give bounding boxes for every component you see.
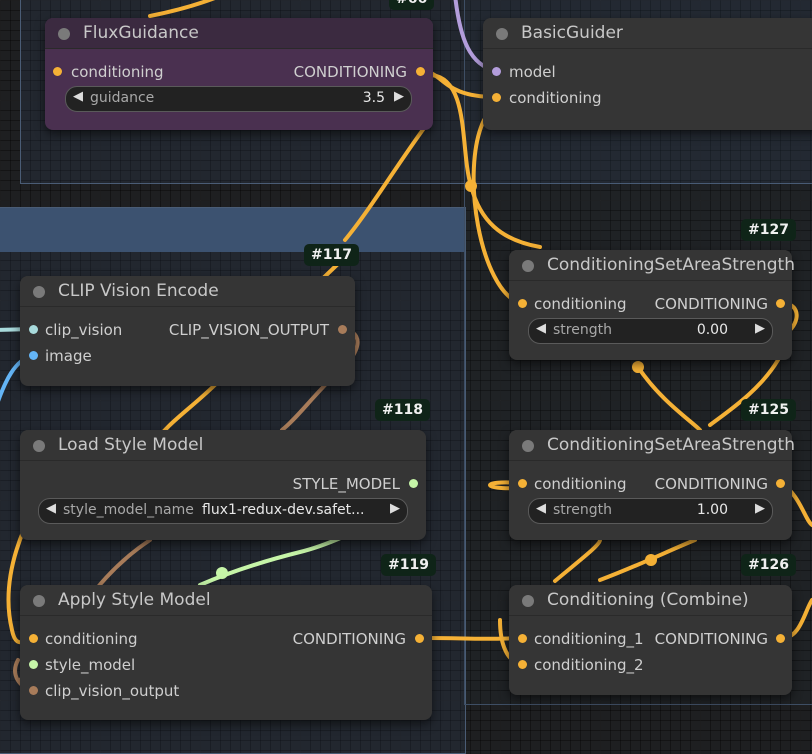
- node-title-bar[interactable]: Conditioning (Combine): [509, 585, 792, 616]
- node-id-badge: #126: [741, 554, 796, 576]
- input-conditioning-socket[interactable]: [518, 299, 527, 308]
- decrement-arrow-icon[interactable]: ◀: [536, 501, 546, 516]
- collapse-dot-icon[interactable]: [33, 440, 45, 452]
- conditioning-set-area-strength-node[interactable]: ConditioningSetAreaStrength conditioning…: [509, 250, 795, 360]
- node-title-bar[interactable]: ConditioningSetAreaStrength: [509, 430, 795, 461]
- input-image-label: image: [45, 347, 92, 365]
- input-model-socket[interactable]: [492, 67, 501, 76]
- node-id-badge: #66: [389, 0, 435, 10]
- node-id-badge: #125: [741, 399, 796, 421]
- guidance-widget[interactable]: ◀ guidance 3.5 ▶: [65, 86, 412, 112]
- decrement-arrow-icon[interactable]: ◀: [73, 89, 83, 104]
- decrement-arrow-icon[interactable]: ◀: [46, 501, 56, 516]
- node-title: BasicGuider: [521, 23, 623, 43]
- output-style-model-socket[interactable]: [409, 479, 418, 488]
- input-conditioning-socket[interactable]: [518, 479, 527, 488]
- output-conditioning-socket[interactable]: [416, 67, 425, 76]
- widget-label: strength: [553, 502, 612, 518]
- node-title-bar[interactable]: Apply Style Model: [20, 585, 432, 616]
- conditioning-combine-node[interactable]: Conditioning (Combine) conditioning_1 CO…: [509, 585, 792, 695]
- apply-style-model-node[interactable]: Apply Style Model conditioning CONDITION…: [20, 585, 432, 720]
- increment-arrow-icon[interactable]: ▶: [390, 501, 400, 516]
- output-conditioning-label: CONDITIONING: [292, 630, 406, 648]
- node-title-bar[interactable]: FluxGuidance: [45, 18, 433, 49]
- node-title-bar[interactable]: ConditioningSetAreaStrength: [509, 250, 795, 281]
- collapse-dot-icon[interactable]: [496, 28, 508, 40]
- collapse-dot-icon[interactable]: [522, 595, 534, 607]
- node-id-badge: #117: [304, 244, 359, 266]
- widget-label: guidance: [90, 90, 155, 106]
- input-conditioning-socket[interactable]: [29, 634, 38, 643]
- widget-value[interactable]: flux1-redux-dev.safet...: [202, 502, 365, 518]
- collapse-dot-icon[interactable]: [33, 286, 45, 298]
- collapse-dot-icon[interactable]: [33, 595, 45, 607]
- node-title: FluxGuidance: [83, 23, 199, 43]
- output-conditioning-label: CONDITIONING: [654, 295, 768, 313]
- input-style-model-socket[interactable]: [29, 660, 38, 669]
- input-conditioning-2-socket[interactable]: [518, 660, 527, 669]
- input-conditioning-label: conditioning: [71, 63, 164, 81]
- flux-guidance-node[interactable]: FluxGuidance conditioning CONDITIONING ◀…: [45, 18, 433, 130]
- node-title-bar[interactable]: Load Style Model: [20, 430, 426, 461]
- input-conditioning-label: conditioning: [509, 89, 602, 107]
- collapse-dot-icon[interactable]: [522, 260, 534, 272]
- widget-value[interactable]: 1.00: [697, 502, 728, 518]
- strength-widget[interactable]: ◀ strength 1.00 ▶: [528, 498, 773, 524]
- basic-guider-node[interactable]: BasicGuider model conditioning: [483, 18, 812, 130]
- input-conditioning-label: conditioning: [534, 295, 627, 313]
- node-id-badge: #127: [741, 219, 796, 241]
- input-image-socket[interactable]: [29, 351, 38, 360]
- widget-value[interactable]: 3.5: [363, 90, 385, 106]
- input-style-model-label: style_model: [45, 656, 136, 674]
- input-conditioning-socket[interactable]: [492, 93, 501, 102]
- node-id-badge: #119: [381, 554, 436, 576]
- input-conditioning-label: conditioning: [534, 475, 627, 493]
- node-title: Load Style Model: [58, 435, 204, 455]
- collapse-dot-icon[interactable]: [58, 28, 70, 40]
- output-conditioning-socket[interactable]: [776, 634, 785, 643]
- input-clip-vision-label: clip_vision: [45, 321, 123, 339]
- clip-vision-encode-node[interactable]: CLIP Vision Encode clip_vision CLIP_VISI…: [20, 276, 355, 386]
- input-conditioning-1-label: conditioning_1: [534, 630, 644, 648]
- output-conditioning-socket[interactable]: [776, 299, 785, 308]
- node-title: Conditioning (Combine): [547, 590, 749, 610]
- input-clip-vision-socket[interactable]: [29, 325, 38, 334]
- output-conditioning-label: CONDITIONING: [654, 630, 768, 648]
- node-title: Apply Style Model: [58, 590, 211, 610]
- output-style-model-label: STYLE_MODEL: [292, 475, 400, 493]
- input-conditioning-socket[interactable]: [53, 67, 62, 76]
- input-clip-vision-output-socket[interactable]: [29, 686, 38, 695]
- style-model-name-widget[interactable]: ◀ style_model_name flux1-redux-dev.safet…: [38, 498, 408, 524]
- output-conditioning-label: CONDITIONING: [293, 63, 407, 81]
- decrement-arrow-icon[interactable]: ◀: [536, 321, 546, 336]
- input-conditioning-2-label: conditioning_2: [534, 656, 644, 674]
- node-title-bar[interactable]: CLIP Vision Encode: [20, 276, 355, 307]
- input-conditioning-1-socket[interactable]: [518, 634, 527, 643]
- increment-arrow-icon[interactable]: ▶: [755, 501, 765, 516]
- output-conditioning-label: CONDITIONING: [654, 475, 768, 493]
- node-title: ConditioningSetAreaStrength: [547, 255, 795, 275]
- node-title-bar[interactable]: BasicGuider: [483, 18, 812, 49]
- input-clip-vision-output-label: clip_vision_output: [45, 682, 180, 700]
- output-conditioning-socket[interactable]: [776, 479, 785, 488]
- load-style-model-node[interactable]: Load Style Model STYLE_MODEL ◀ style_mod…: [20, 430, 426, 540]
- widget-label: strength: [553, 322, 612, 338]
- node-title: CLIP Vision Encode: [58, 281, 219, 301]
- input-conditioning-label: conditioning: [45, 630, 138, 648]
- widget-value[interactable]: 0.00: [697, 322, 728, 338]
- widget-label: style_model_name: [63, 502, 194, 518]
- increment-arrow-icon[interactable]: ▶: [394, 89, 404, 104]
- output-clip-vision-output-label: CLIP_VISION_OUTPUT: [168, 321, 329, 339]
- conditioning-set-area-strength-node[interactable]: ConditioningSetAreaStrength conditioning…: [509, 430, 795, 540]
- output-conditioning-socket[interactable]: [415, 634, 424, 643]
- output-clip-vision-output-socket[interactable]: [338, 325, 347, 334]
- input-model-label: model: [509, 63, 556, 81]
- node-title: ConditioningSetAreaStrength: [547, 435, 795, 455]
- node-id-badge: #118: [375, 399, 430, 421]
- collapse-dot-icon[interactable]: [522, 440, 534, 452]
- increment-arrow-icon[interactable]: ▶: [755, 321, 765, 336]
- group-style-header[interactable]: [0, 208, 465, 252]
- strength-widget[interactable]: ◀ strength 0.00 ▶: [528, 318, 773, 344]
